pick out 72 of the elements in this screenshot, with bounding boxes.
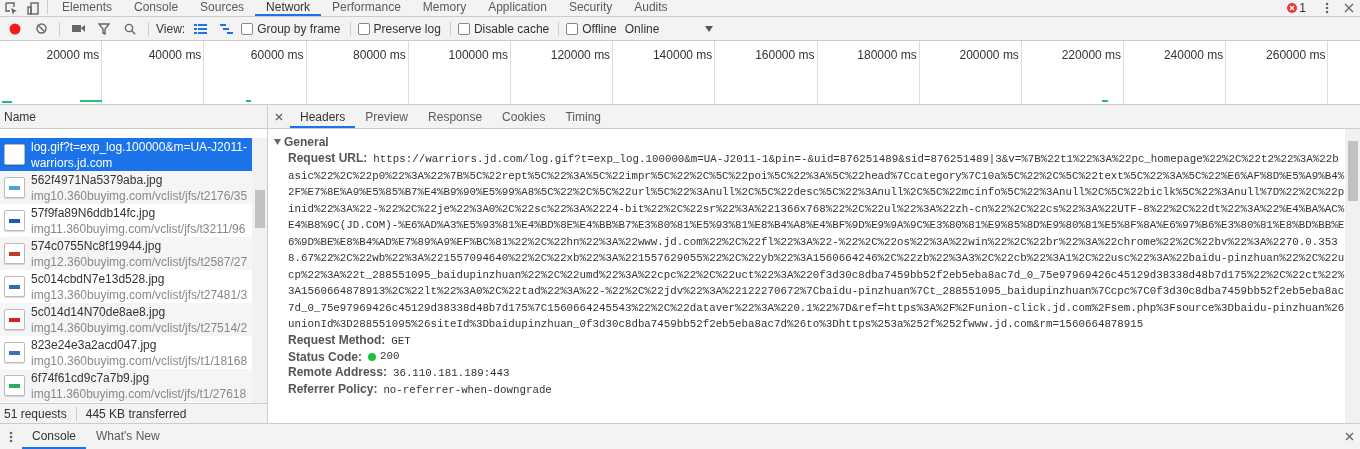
file-icon [4,144,25,165]
panel-tab[interactable]: Security [557,0,624,16]
header-value: 200 [380,349,400,364]
time-tick: 100000 ms [408,41,511,104]
request-row[interactable]: 6f74f61cd9c7a7b9.jpg img11.360buyimg.com/vclist/jfs/t1/27618 [0,369,252,402]
drawer-tab[interactable]: Console [22,424,87,449]
caret-icon [705,25,714,32]
panel-tab[interactable]: Performance [321,0,412,16]
header-name: Request Method: [288,332,386,347]
time-tick: 180000 ms [817,41,920,104]
detail-tab[interactable]: Cookies [492,105,556,128]
time-tick: 140000 ms [613,41,716,104]
name-column-header[interactable]: Name [0,105,267,129]
throttle-select[interactable]: Online [622,21,714,36]
panel-tab[interactable]: Audits [623,0,679,16]
detail-tab[interactable]: Response [418,105,493,128]
error-icon [1287,3,1298,13]
request-url: warriors.jd.com [31,154,114,171]
request-url-text: Request URL: https://warriors.jd.com/log.gif?t=exp_log.100000&m=UA-J2011-1&pin=-&uid=876251489&sid=876251489|3&v=%7B%22t1%22%3A%22pc_homepage%22%2C%22t2%22%3A%22basic%22%2C%22p0%22%3A%22%7B%5C%22rept%5C%22%3A%5C%22impr%5C%22%2C%5C%22poi%5C%22%3A%5C%22head%7Ccategory%7C10a%5C%22%2C%5C%22text%5C%22%3A%5C%22%E6%AF%8D%E5%A9%B4%2F%E7%8E%A9%E5%85%B7%E4%B9%90%E5%99%A8%5C%22%2C%5C%22url%5C%22%3Anull%2C%5C%22desc%5C%22%3Anull%2C%5C%22mcinfo%5C%22%3Anull%2C%5C%22biclk%5C%22%3Anull%7D%22%2C%22pinid%22%3A%22-%22%2C%22je%22%3A0%2C%22sc%22%3A%2224-bit%22%2C%22sr%22%3A%221366x768%22%2C%22ul%22%3A%22zh-cn%22%2C%22cs%22%3A%22UTF-8%22%2C%22dt%22%3A%22%E4%BA%AC%E4%B8%9C(JD.COM)-%E6%AD%A3%E5%93%81%E4%BD%8E%E4%BB%B7%E3%80%81%E5%93%81%E8%B4%A8%E4%BF%9D%E9%9A%9C%E3%80%81%E9%85%8D%E9%80%81%E5%8F%8A%E6%97%B6%E3%80%81%E8%BD%BB%E6%9D%BE%E8%B4%AD%E7%89%A9%EF%BC%81%22%2C%22hn%22%3A%22www.jd.com%22%2C%22fl%22%3A%22-%22%2C%22os%22%3A%22win%22%2C%22br%22%3A%22chrome%22%2C%22bv%22%3A%2270.0.3538.67%22%2C%22wb%22%3A%221557094640%22%2C%22xb%22%3A%221557629055%22%2C%22yb%22%3A1560664246%2C%22zb%22%3A3%2C%22cb%22%3A1%2C%22usc%22%3A%22baidu-pinzhuan%22%2C%22ucp%22%3A%22t_288551095_baidupinzhuan%22%2C%22umd%22%3A%22cpc%22%2C%22uct%22%3A%220f3d30c8dba7459bb52f2eb5eba8ac7d_0_75e97969426c45129d38338d48b7d175%22%2C%22ct%22%3A1560664878913%2C%22lt%22%3A0%2C%22tad%22%3A%22-%22%2C%22jdv%22%3A%22122270672%7Cbaidu-pinzhuan%7Ct_288551095_baidupinzhuan%7Ccpc%7C0f3d30c8dba7459bb52f2eb5eba8ac7d_0_75e97969426c45129d38338d48b7d175%7C1560664245543%22%2C%22dataver%22%3A%220.1%22%7D&ref=https%3A%2F%2Funion-click.jd.com%2Fsem.php%3Fsource%3Dbaidu-pinzhuan%26unionId%3D288551095%26siteId%3Dbaidupinzhuan_0f3d30c8dba7459bb52f2eb5eba8ac7d%26to%3Dhttps%253a%252f%252fwww.jd.com&rm=1560664878915 [287,151,1345,332]
request-url: img10.360buyimg.com/vclist/jfs/t1/18168 [31,352,248,369]
request-count: 51 requests [4,406,67,421]
request-name: log.gif?t=exp_log.100000&m=UA-J2011- [31,138,247,155]
expand-arrow-icon[interactable] [274,139,281,145]
request-name: 57f9fa89N6ddb14fc.jpg [31,204,157,221]
detail-tab[interactable]: Timing [555,105,611,128]
header-value: 36.110.181.189:443 [392,367,510,380]
header-name: Referrer Policy: [288,381,378,396]
request-name: 823e24e3a2acd047.jpg [31,336,158,353]
scrollbar[interactable] [1345,129,1360,423]
option-checkbox[interactable]: Preserve log [357,21,441,36]
request-name: 5c014cbdN7e13d528.jpg [31,270,166,287]
request-url: img13.360buyimg.com/vclist/jfs/t27481/3 [31,286,248,303]
panel-tab[interactable]: Console [123,0,190,16]
header-name: Status Code: [288,349,362,364]
time-tick: 80000 ms [306,41,409,104]
request-row[interactable]: 562f4971Na5379aba.jpg img10.360buyimg.com/vclist/jfs/t2176/35 [0,171,252,204]
request-name: 5c014d14N70de8ae8.jpg [31,303,167,320]
option-checkbox[interactable]: Group by frame [241,21,341,36]
request-name: 562f4971Na5379aba.jpg [31,171,164,188]
detail-tab[interactable]: Headers [290,105,356,128]
time-tick: 200000 ms [919,41,1022,104]
drawer-tab[interactable]: What's New [86,424,170,449]
time-tick: 160000 ms [715,41,818,104]
header-name: Remote Address: [288,365,387,380]
request-name: 574c0755Nc8f19944.jpg [31,237,163,254]
panel-tab[interactable]: Sources [189,0,256,16]
panel-tab[interactable]: Application [477,0,558,16]
time-tick: 240000 ms [1124,41,1227,104]
panel-tab[interactable]: Elements [51,0,124,16]
request-url: img11.360buyimg.com/vclist/jfs/t1/27618 [31,385,247,402]
option-checkbox[interactable]: Disable cache [457,21,550,36]
request-url: img14.360buyimg.com/vclist/jfs/t27514/2 [31,319,248,336]
error-counter[interactable]: 1 [1287,0,1306,16]
request-url: img10.360buyimg.com/vclist/jfs/t2176/35 [31,187,248,204]
header-value: no-referrer-when-downgrade [383,383,552,396]
detail-tab[interactable]: Preview [355,105,419,128]
request-row[interactable]: 574c0755Nc8f19944.jpg img12.360buyimg.com/vclist/jfs/t2587/27 [0,237,252,270]
panel-tab[interactable]: Memory [411,0,478,16]
option-checkbox[interactable]: Offline [566,21,617,36]
transferred-size: 445 KB transferred [85,406,187,421]
time-tick: 120000 ms [510,41,614,104]
header-value: GET [391,334,411,347]
request-row[interactable]: 5c014d14N70de8ae8.jpg img14.360buyimg.com/vclist/jfs/t27514/2 [0,303,252,336]
request-row[interactable]: log.gif?t=exp_log.100000&m=UA-J2011- warriors.jd.com [0,138,252,171]
request-url: img11.360buyimg.com/vclist/jfs/t3211/96 [31,220,246,237]
general-section-header[interactable]: General [274,133,1345,151]
view-label: View: [156,21,186,36]
request-url: img12.360buyimg.com/vclist/jfs/t2587/27 [31,253,248,270]
scrollbar[interactable] [252,138,267,403]
time-tick: 260000 ms [1226,41,1329,104]
request-name: 6f74f61cd9c7a7b9.jpg [31,369,151,386]
time-tick: 40000 ms [102,41,205,104]
